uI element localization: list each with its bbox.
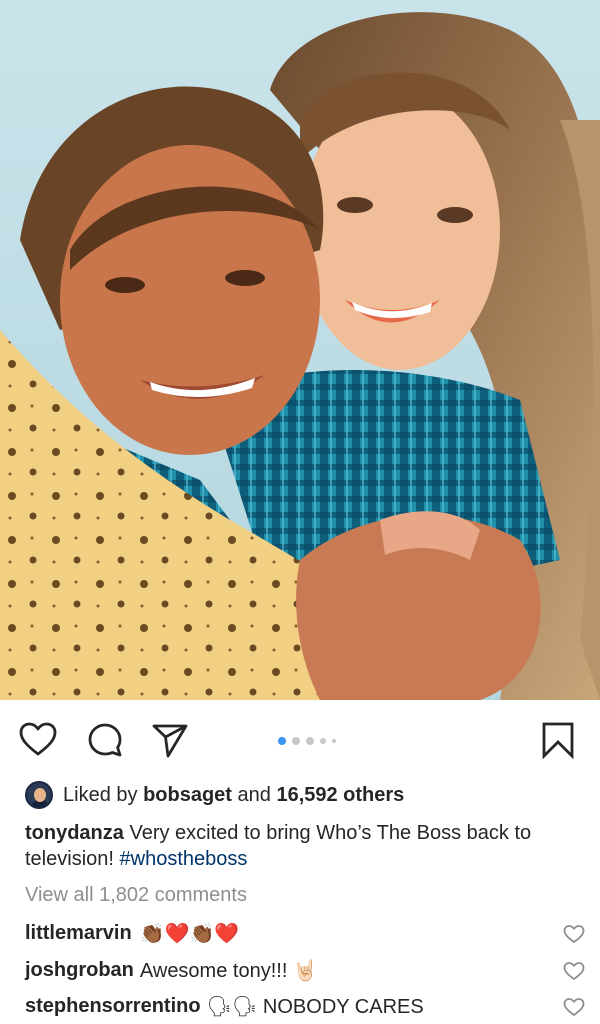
- view-all-comments-link[interactable]: View all 1,802 comments: [25, 882, 247, 908]
- likes-middle: and: [231, 783, 277, 806]
- heart-outline-icon[interactable]: [18, 720, 58, 760]
- likes-prefix: Liked by: [63, 783, 144, 806]
- liker-avatar[interactable]: [25, 781, 53, 809]
- comment-heart-icon[interactable]: [563, 961, 585, 981]
- comment-row: littlemarvin 👏🏾❤️👏🏾❤️: [25, 918, 585, 948]
- carousel-dot: [306, 737, 314, 745]
- speech-bubble-icon[interactable]: [85, 720, 125, 760]
- carousel-dot: [320, 738, 326, 744]
- comment-username[interactable]: stephensorrentino: [25, 995, 201, 1018]
- carousel-dot-active: [278, 737, 286, 745]
- comment-text: 👏🏾❤️👏🏾❤️: [139, 922, 240, 945]
- post-caption: tonydanza Very excited to bring Who’s Th…: [25, 820, 580, 872]
- post-actions-bar: [0, 700, 600, 778]
- caption-username[interactable]: tonydanza: [25, 822, 124, 844]
- comment-heart-icon[interactable]: [563, 924, 585, 944]
- liker-username[interactable]: bobsaget: [143, 784, 232, 807]
- comment-text: Awesome tony!!! 🤘🏻: [139, 959, 318, 982]
- likes-count[interactable]: 16,592 others: [276, 784, 404, 807]
- bookmark-icon[interactable]: [538, 720, 578, 760]
- paper-plane-icon[interactable]: [150, 720, 190, 760]
- avatar-face: [34, 788, 46, 802]
- caption-hashtag[interactable]: #whostheboss: [120, 848, 248, 870]
- comment-row: stephensorrentino 🗣🗣 NOBODY CARES: [25, 991, 585, 1021]
- carousel-dot: [292, 737, 300, 745]
- comment-heart-icon[interactable]: [563, 997, 585, 1017]
- carousel-indicator: [278, 736, 336, 746]
- post-photo-illustration: [0, 0, 600, 700]
- carousel-dot: [332, 739, 336, 743]
- likes-summary[interactable]: Liked by bobsaget and 16,592 others: [25, 780, 404, 810]
- comment-username[interactable]: littlemarvin: [25, 922, 132, 945]
- comment-username[interactable]: joshgroban: [25, 959, 134, 982]
- comment-text: 🗣🗣 NOBODY CARES: [206, 995, 424, 1018]
- post-photo[interactable]: [0, 0, 600, 700]
- comment-row: joshgroban Awesome tony!!! 🤘🏻: [25, 955, 585, 985]
